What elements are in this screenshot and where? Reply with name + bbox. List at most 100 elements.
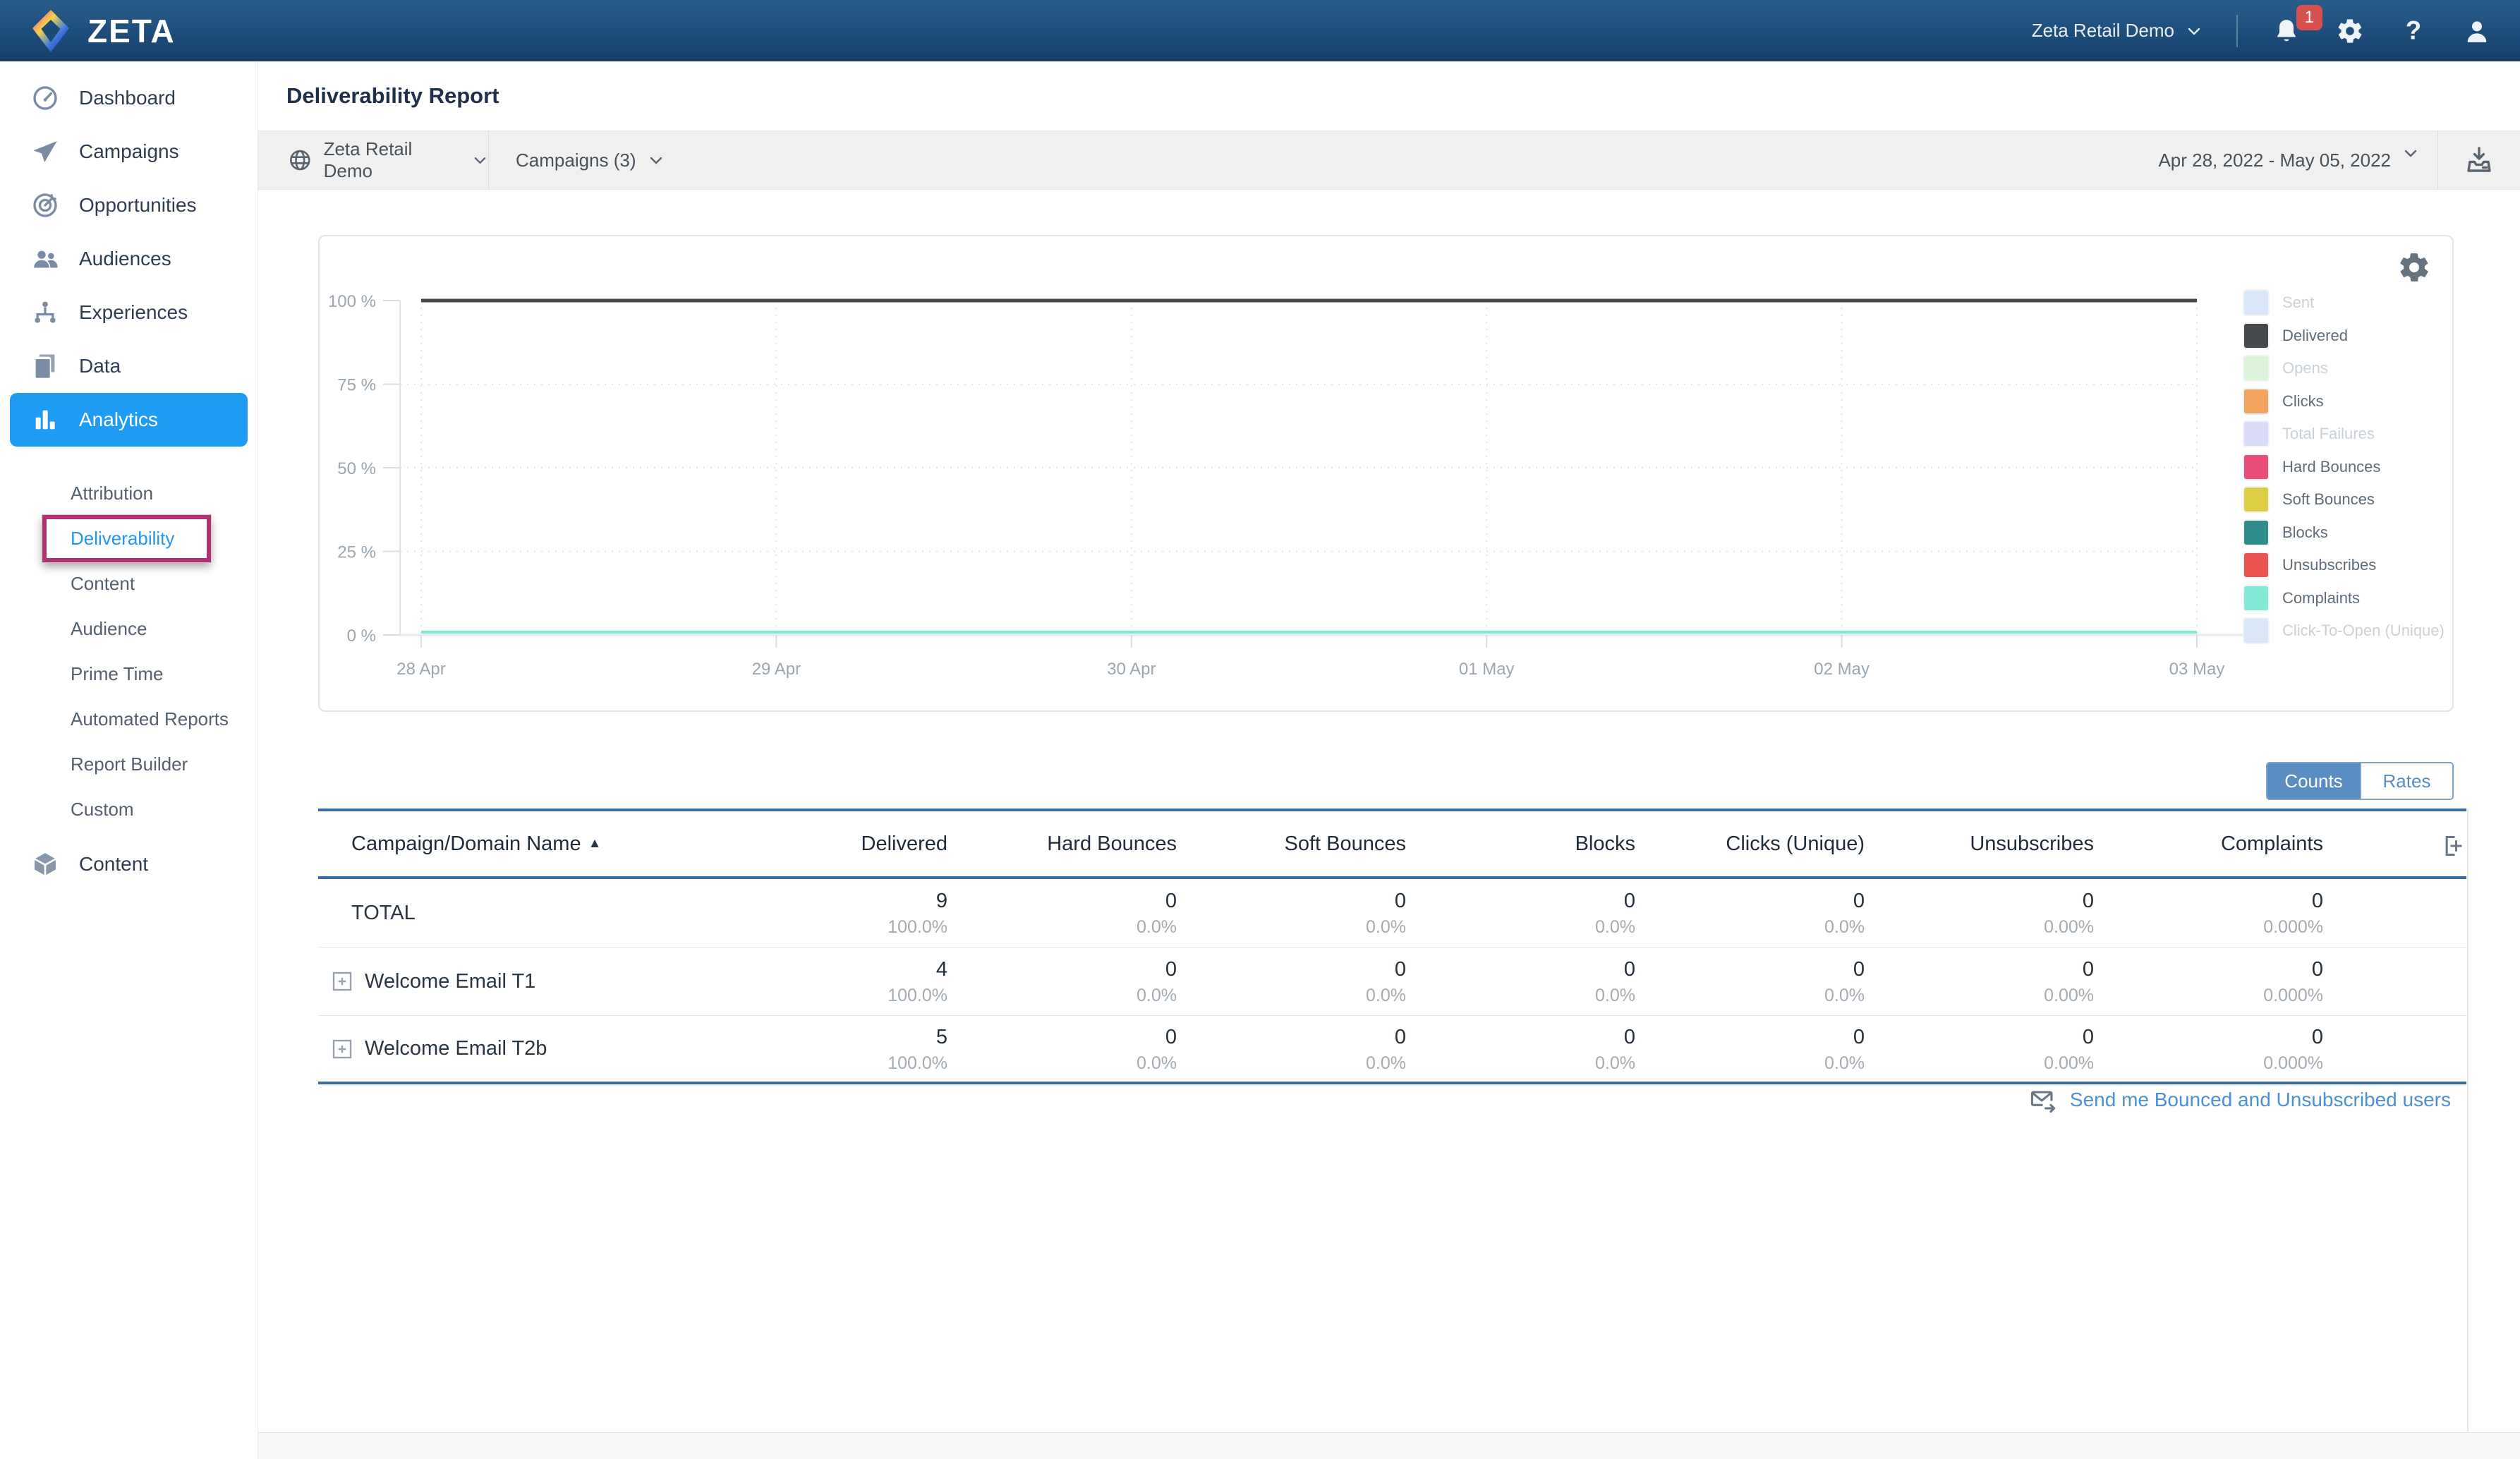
svg-text:29 Apr: 29 Apr: [752, 660, 801, 679]
send-bounced-link[interactable]: Send me Bounced and Unsubscribed users: [2028, 1084, 2451, 1115]
sidebar-subitem-attribution[interactable]: Attribution: [0, 471, 258, 516]
svg-text:28 Apr: 28 Apr: [396, 660, 445, 679]
sidebar-subitem-custom[interactable]: Custom: [0, 787, 258, 832]
legend-item-sent[interactable]: Sent: [2244, 291, 2314, 315]
sidebar-item-dashboard[interactable]: Dashboard: [0, 71, 258, 125]
page-title: Deliverability Report: [286, 83, 499, 108]
legend-item-hard-bounces[interactable]: Hard Bounces: [2244, 454, 2380, 479]
expand-row-icon[interactable]: [329, 969, 355, 994]
rates-tab[interactable]: Rates: [2360, 763, 2452, 799]
settings-button[interactable]: [2335, 16, 2365, 46]
legend-item-delivered[interactable]: Delivered: [2244, 323, 2348, 348]
legend-item-unsubscribes[interactable]: Unsubscribes: [2244, 553, 2376, 577]
metric-count: 0: [1623, 1025, 1635, 1048]
metric-count: 0: [1394, 958, 1406, 981]
legend-item-total-failures[interactable]: Total Failures: [2244, 422, 2375, 446]
metric-count: 9: [935, 890, 947, 912]
row-name-cell: TOTAL: [318, 902, 718, 925]
sidebar-subitem-audience[interactable]: Audience: [0, 606, 258, 651]
counts-rates-toggle: Counts Rates: [2266, 762, 2454, 800]
metric-cell: 0 0.0%: [947, 887, 1177, 939]
notifications-button[interactable]: 1: [2272, 4, 2322, 46]
column-header-delivered[interactable]: Delivered: [718, 833, 948, 856]
metric-count: 0: [1853, 958, 1865, 981]
sidebar-item-campaigns[interactable]: Campaigns: [0, 125, 258, 178]
gear-icon: [2397, 250, 2431, 284]
filter-bar: Zeta Retail Demo Campaigns (3) Apr 28, 2…: [258, 131, 2520, 190]
table-row-welcome-email-t2b: Welcome Email T2b 5 100.0% 0 0.0% 0 0.0% 0 0.0% 0…: [318, 1016, 2466, 1084]
sidebar-subitem-report-builder[interactable]: Report Builder: [0, 741, 258, 787]
sidebar-item-audiences[interactable]: Audiences: [0, 232, 258, 286]
campaigns-filter[interactable]: Campaigns (3): [489, 150, 665, 171]
divider: [2236, 14, 2238, 47]
legend-item-soft-bounces[interactable]: Soft Bounces: [2244, 488, 2375, 511]
sidebar-item-label: Data: [79, 355, 121, 377]
counts-tab[interactable]: Counts: [2267, 763, 2360, 799]
metric-rate: 100.0%: [888, 986, 947, 1005]
metric-count: 0: [1853, 890, 1865, 912]
legend-item-opens[interactable]: Opens: [2244, 356, 2328, 380]
svg-text:30 Apr: 30 Apr: [1107, 660, 1156, 679]
sidebar-subitem-label: Custom: [71, 798, 134, 820]
sidebar-item-label: Campaigns: [79, 140, 179, 162]
add-column-button[interactable]: [2437, 827, 2465, 865]
metric-cell: 0 0.0%: [1635, 1023, 1865, 1075]
column-header-unsubscribes[interactable]: Unsubscribes: [1865, 833, 2094, 856]
sidebar-item-analytics[interactable]: Analytics: [10, 393, 248, 447]
user-menu-button[interactable]: [2462, 16, 2492, 46]
sidebar-item-data[interactable]: Data: [0, 339, 258, 393]
column-header-blocks[interactable]: Blocks: [1406, 833, 1635, 856]
table-row-total: TOTAL 9 100.0% 0 0.0% 0 0.0% 0 0.0% 0 0.0% 0 0.00% 0 0…: [318, 879, 2466, 948]
sidebar-subitem-content[interactable]: Content: [0, 561, 258, 606]
column-header-campaign-domain-name[interactable]: Campaign/Domain Name ▲: [318, 833, 718, 856]
metric-rate: 0.0%: [1595, 1053, 1635, 1073]
metric-cell: 0 0.0%: [1635, 887, 1865, 939]
column-header-hard-bounces[interactable]: Hard Bounces: [947, 833, 1177, 856]
sidebar-subitem-prime-time[interactable]: Prime Time: [0, 651, 258, 696]
legend-swatch: [2244, 488, 2268, 511]
content-icon: [31, 850, 59, 878]
date-range-filter[interactable]: Apr 28, 2022 - May 05, 2022: [2158, 150, 2437, 171]
column-header-complaints[interactable]: Complaints: [2094, 833, 2323, 856]
metric-rate: 0.0%: [1595, 917, 1635, 937]
deliverability-table: Campaign/Domain Name ▲ Delivered Hard Bounc…: [318, 809, 2466, 1084]
metric-count: 0: [1165, 890, 1177, 912]
metric-rate: 0.000%: [2263, 986, 2323, 1005]
metric-rate: 100.0%: [888, 1053, 947, 1073]
export-button[interactable]: [2438, 131, 2520, 189]
metric-count: 0: [1623, 890, 1635, 912]
svg-text:01 May: 01 May: [1459, 660, 1515, 679]
sidebar-item-experiences[interactable]: Experiences: [0, 286, 258, 339]
metric-cell: 5 100.0%: [718, 1023, 947, 1075]
svg-text:50 %: 50 %: [337, 459, 376, 478]
metric-count: 0: [1394, 890, 1406, 912]
sidebar-item-content[interactable]: Content: [0, 837, 258, 891]
legend-item-click-to-open-unique[interactable]: Click-To-Open (Unique): [2244, 619, 2445, 643]
sidebar-subitem-label: Prime Time: [71, 662, 164, 684]
account-switcher[interactable]: Zeta Retail Demo: [2032, 20, 2203, 42]
brand[interactable]: ZETA: [28, 8, 176, 54]
horizontal-scrollbar-track[interactable]: [258, 1432, 2520, 1459]
row-name-label: Welcome Email T1: [365, 969, 536, 993]
sidebar-subitem-automated-reports[interactable]: Automated Reports: [0, 696, 258, 741]
metric-rate: 0.0%: [1366, 986, 1406, 1005]
legend-item-complaints[interactable]: Complaints: [2244, 586, 2360, 610]
column-header-clicks-unique[interactable]: Clicks (Unique): [1635, 833, 1865, 856]
divider: [2467, 809, 2468, 1434]
legend-label: Click-To-Open (Unique): [2282, 622, 2445, 639]
column-header-soft-bounces[interactable]: Soft Bounces: [1177, 833, 1407, 856]
sidebar-subitem-deliverability[interactable]: Deliverability: [0, 514, 258, 562]
legend-item-clicks[interactable]: Clicks: [2244, 389, 2324, 413]
help-button[interactable]: ?: [2399, 16, 2428, 46]
legend-item-blocks[interactable]: Blocks: [2244, 520, 2328, 545]
expand-row-icon[interactable]: [329, 1036, 355, 1062]
sidebar-subitem-label: Deliverability: [71, 527, 175, 549]
legend-swatch: [2244, 619, 2268, 643]
metric-cell: 0 0.0%: [1635, 955, 1865, 1007]
account-filter[interactable]: Zeta Retail Demo: [258, 138, 488, 182]
chart-settings-button[interactable]: [2397, 250, 2431, 284]
notification-badge: 1: [2296, 4, 2322, 30]
sidebar-item-opportunities[interactable]: Opportunities: [0, 178, 258, 232]
metric-rate: 0.00%: [2044, 917, 2094, 937]
chevron-down-icon: [648, 152, 665, 169]
